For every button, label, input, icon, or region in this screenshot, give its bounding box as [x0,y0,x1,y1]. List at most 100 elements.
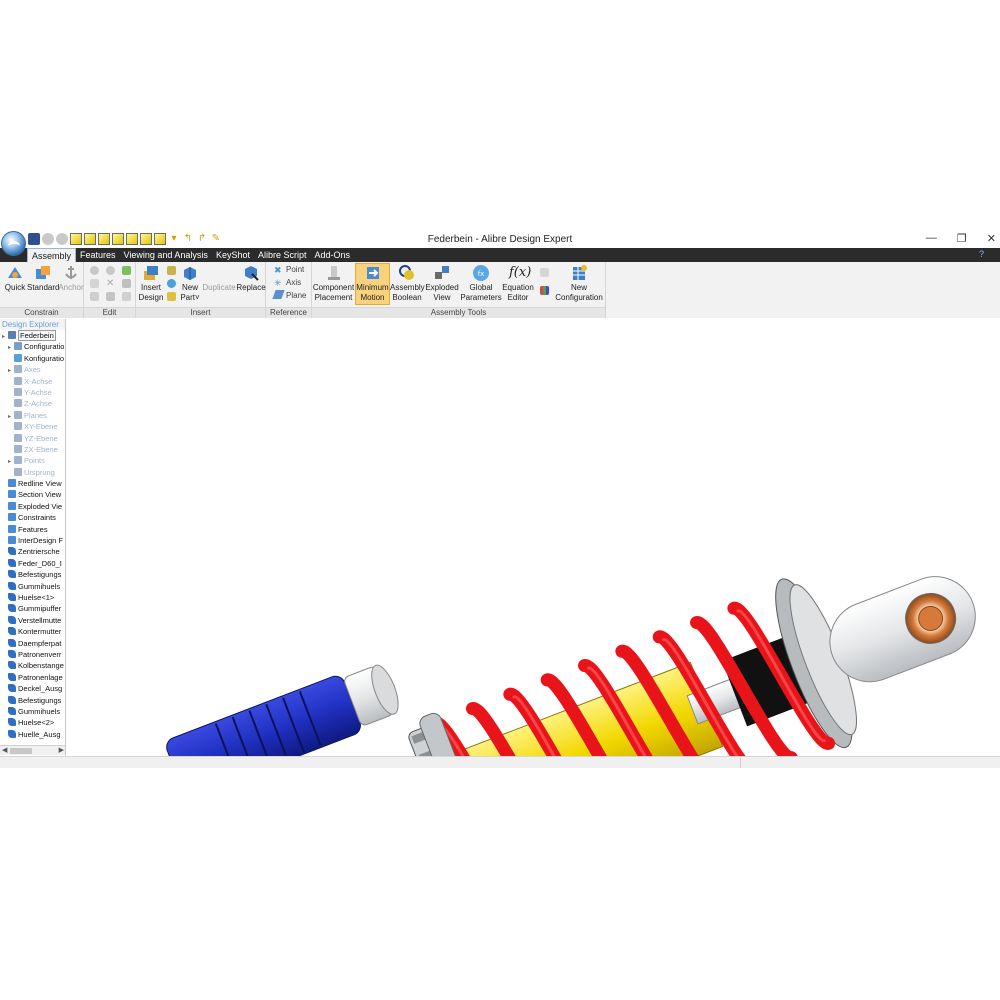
tree-item[interactable]: Redline View [0,478,65,489]
tree-item-label: Huelle_Ausg [18,729,61,739]
assembly-boolean-button[interactable]: Assembly Boolean [390,264,425,303]
exploded-view-button[interactable]: Exploded View [424,264,460,303]
tree-item[interactable]: Kolbenstange [0,660,65,671]
quick-button[interactable]: Quick [2,264,28,293]
part-icon [8,684,16,693]
group-constrain: Quick Standard Anchor Constrain [0,262,84,318]
tree-item[interactable]: Features [0,524,65,535]
tree-item[interactable]: Constraints [0,512,65,523]
delete-icon[interactable]: ✕ [106,279,115,289]
ribbon-empty-area [606,262,1000,318]
tab-viewing-analysis[interactable]: Viewing and Analysis [120,248,212,262]
scrollbar-thumb[interactable] [10,748,32,754]
copy-icon[interactable] [90,279,99,288]
app-logo-icon[interactable] [1,231,26,256]
pattern-icon[interactable] [167,266,176,275]
tab-alibre-script[interactable]: Alibre Script [254,248,311,262]
anchor-button[interactable]: Anchor [58,264,84,293]
lock-icon[interactable] [106,292,115,301]
equation-label: Equation [502,283,534,292]
show-icon[interactable] [106,266,115,275]
global-label: Global [469,283,493,292]
tree-item[interactable]: Patronenverr [0,649,65,660]
tree-item[interactable]: Zentriersche [0,546,65,557]
tree-item[interactable]: Gummihuels [0,706,65,717]
minimum-motion-icon [366,267,379,279]
part-icon [8,672,16,681]
plane-button[interactable]: Plane [272,290,306,301]
scroll-left-icon[interactable]: ◀ [2,746,7,754]
tree-item-label: Z-Achse [24,399,52,409]
fastener-icon[interactable] [167,292,176,301]
tab-features[interactable]: Features [76,248,120,262]
tree-item[interactable]: ▸ Federbein [0,330,65,341]
assembly-tools-group-label: Assembly Tools [312,307,605,318]
tree-item[interactable]: XY-Ebene [0,421,65,432]
tree-item[interactable]: Deckel_Ausg [0,683,65,694]
tree-item[interactable]: Befestigungs [0,569,65,580]
tree-item[interactable]: Daempferpat [0,638,65,649]
close-button[interactable]: ✕ [987,232,996,245]
tree-item[interactable]: ZX-Ebene [0,444,65,455]
tree-item-label: YZ-Ebene [24,433,58,443]
hide-icon[interactable] [90,266,99,275]
duplicate-icon [210,264,228,282]
move-icon[interactable] [90,292,99,301]
explorer-horizontal-scrollbar[interactable]: ◀ ▶ [0,745,65,755]
global-parameters-button[interactable]: fx Global Parameters [460,264,502,303]
maximize-button[interactable]: ❐ [957,232,967,245]
tree-item[interactable]: Konfiguratio [0,353,65,364]
suppress-icon[interactable] [122,279,131,288]
tree-item[interactable]: Befestigungs [0,695,65,706]
tree-item[interactable]: Patronenlage [0,672,65,683]
axis-button[interactable]: ✳ Axis [274,277,301,288]
tree-item[interactable]: ▸ Points [0,455,65,466]
tree-item[interactable]: Exploded Vie [0,501,65,512]
standard-button[interactable]: Standard [27,264,59,293]
new-configuration-button[interactable]: New Configuration [552,264,606,303]
tab-keyshot[interactable]: KeyShot [212,248,254,262]
tree-item[interactable]: Feder_D60_I [0,558,65,569]
point-button[interactable]: ✖ Point [274,264,304,275]
mirror-icon[interactable] [167,279,176,288]
new-part-button[interactable]: New Part˅ [178,264,202,303]
tree-item[interactable]: ▸ Axes [0,364,65,375]
tree-item[interactable]: Kontermutter [0,626,65,637]
tree-node-icon [14,444,22,453]
function-icon: f(x) [509,265,532,280]
tree-item[interactable]: YZ-Ebene [0,433,65,444]
duplicate-button[interactable]: Duplicate [201,264,237,293]
exploded-view-icon [435,266,449,279]
scroll-right-icon[interactable]: ▶ [59,746,64,754]
tree-item[interactable]: Z-Achse [0,398,65,409]
tree-item[interactable]: Gummipuffer [0,603,65,614]
tree-item[interactable]: Y-Achse [0,387,65,398]
help-icon[interactable]: ? [979,249,984,259]
tree-item[interactable]: ▸ Configuration [0,341,65,352]
tree-item[interactable]: Huelse<2> [0,717,65,728]
equation-editor-button[interactable]: f(x) Equation Editor [500,264,536,303]
minimize-button[interactable]: — [926,232,937,245]
tree-item[interactable]: InterDesign F [0,535,65,546]
anchor-label: Anchor [58,283,84,292]
tree-item[interactable]: Huelse<1> [0,592,65,603]
tree-item[interactable]: Section View [0,489,65,500]
tree-item[interactable]: Huelle_Ausg [0,729,65,740]
filter-icon[interactable] [122,292,131,301]
tree-item-label: Planes [24,410,47,420]
tab-assembly[interactable]: Assembly [27,248,77,262]
insert-design-button[interactable]: Insert Design [138,264,164,303]
parameter-table-icon[interactable] [540,268,549,277]
minimum-motion-button[interactable]: Minimum Motion [355,263,390,305]
component-placement-button[interactable]: Component Placement [312,264,355,303]
check-icon[interactable] [122,266,131,275]
color-design-icon[interactable] [540,286,549,295]
tab-add-ons[interactable]: Add-Ons [310,248,354,262]
tree-item[interactable]: Verstellmutte [0,615,65,626]
3d-viewport[interactable] [67,319,1000,756]
tree-item[interactable]: Gummihuels [0,581,65,592]
tree-item[interactable]: ▸ Planes [0,410,65,421]
replace-button[interactable]: Replace [236,264,266,293]
tree-item[interactable]: X-Achse [0,376,65,387]
tree-item[interactable]: Ursprung [0,467,65,478]
